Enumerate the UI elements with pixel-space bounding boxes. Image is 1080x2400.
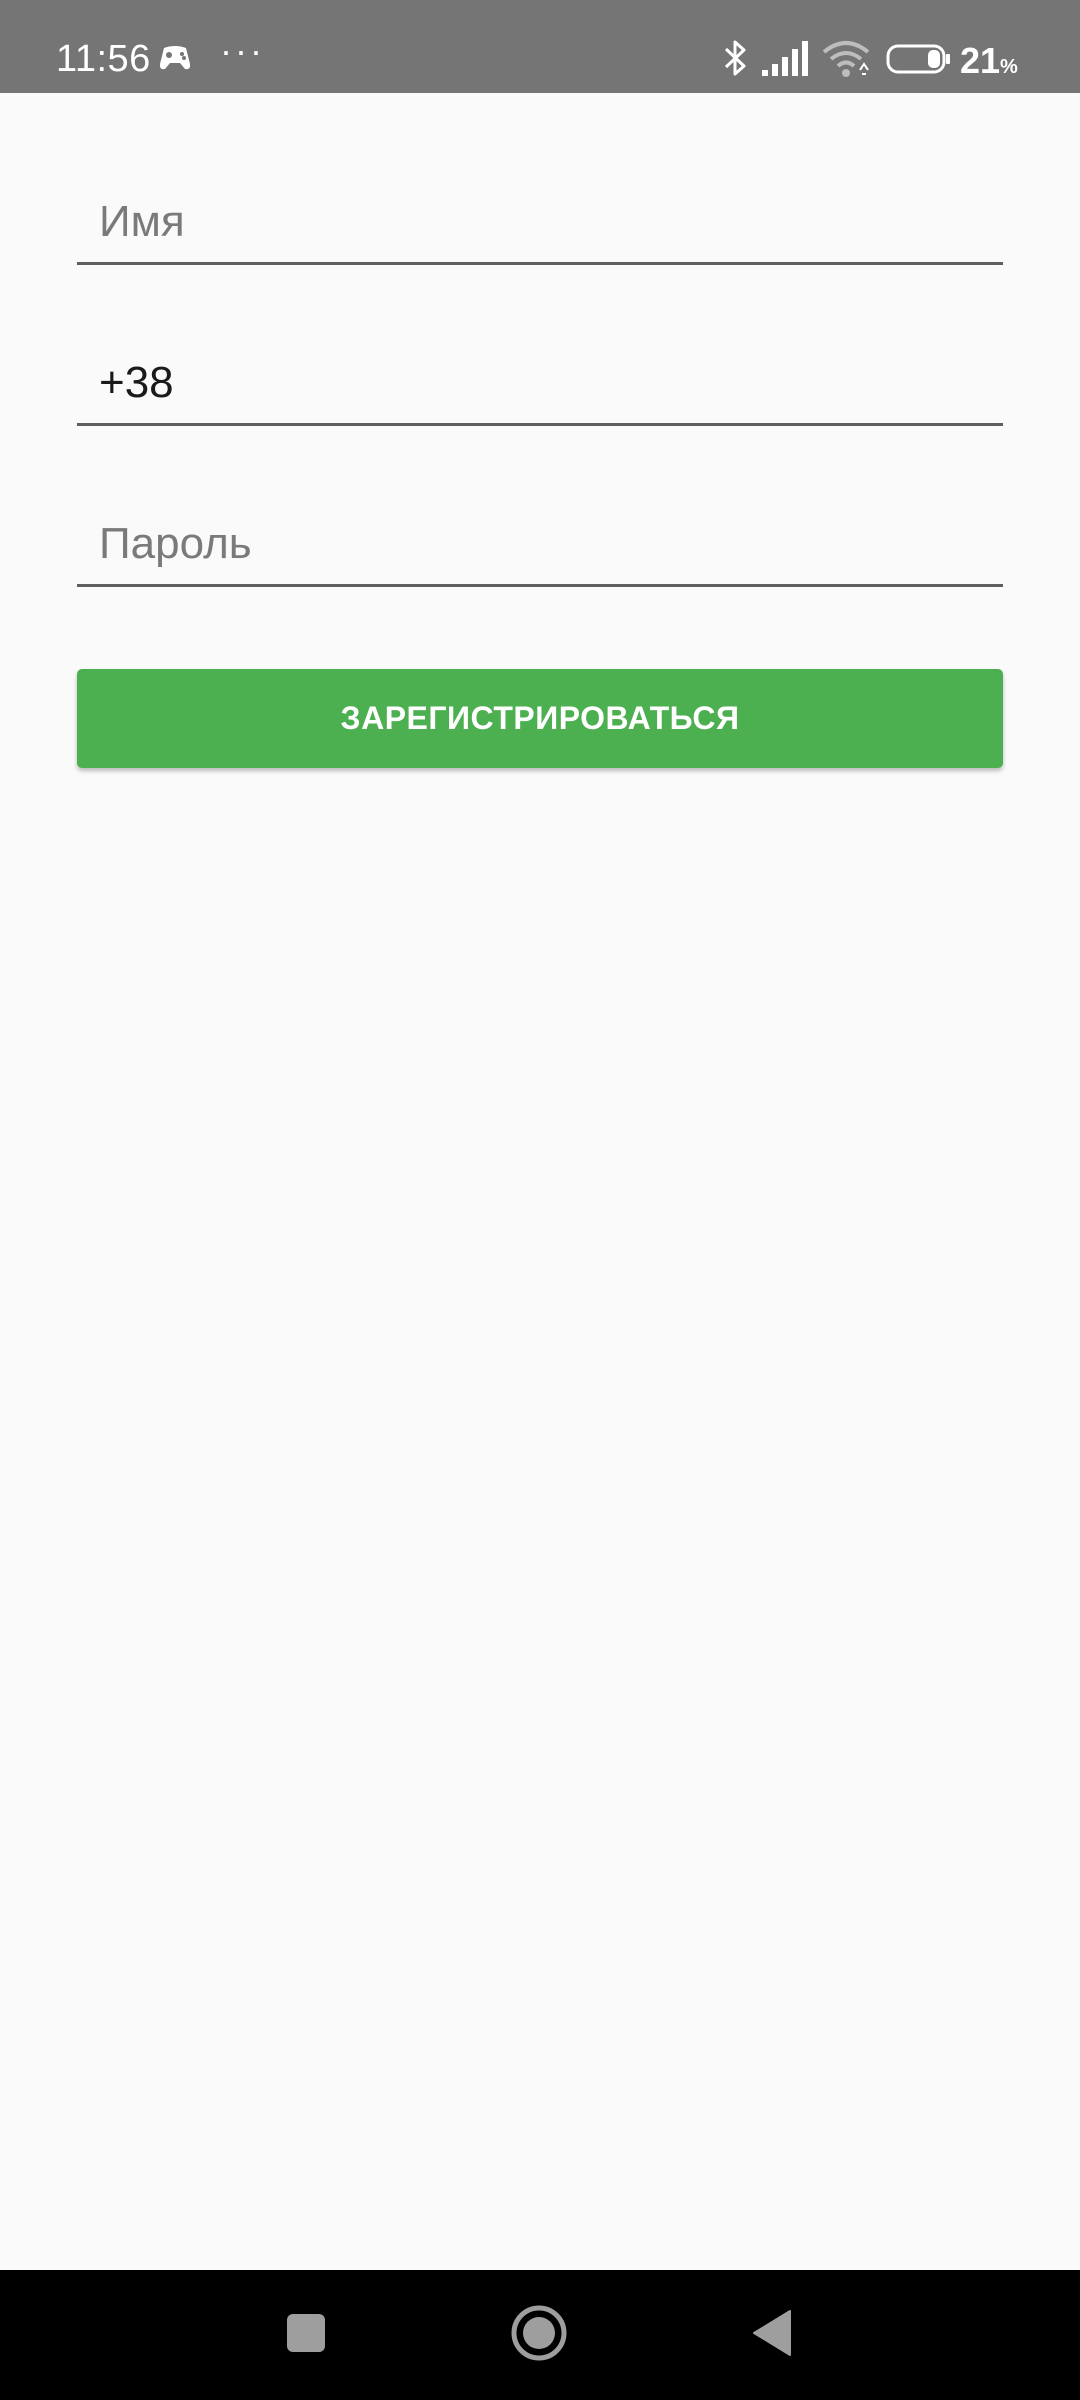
status-bar: 11:56 ··· 21% [0,0,1080,93]
battery-level: 21% [960,40,1018,82]
recents-button[interactable] [236,2270,376,2400]
back-button[interactable] [702,2270,842,2400]
navigation-bar [0,2270,1080,2400]
status-time: 11:56 [56,38,151,80]
battery-unit: % [1000,56,1018,78]
game-controller-icon [158,44,192,74]
name-input[interactable] [99,192,979,252]
registration-screen: 11:56 ··· 21% Имя +38 ЗАРЕГИСТРИРОВАТЬСЯ [0,0,1080,2400]
name-field [77,172,1003,265]
more-notifications-icon: ··· [220,30,265,71]
bluetooth-icon [722,38,750,83]
wifi-icon [822,40,872,83]
register-button[interactable]: ЗАРЕГИСТРИРОВАТЬСЯ [77,669,1003,768]
password-field [77,494,1003,587]
home-button[interactable] [469,2270,609,2400]
battery-icon [886,44,952,79]
back-icon [752,2309,792,2362]
signal-icon [762,40,812,81]
battery-level-value: 21 [960,40,1001,81]
recents-icon [286,2313,326,2358]
phone-field [77,333,1003,426]
home-icon [510,2304,568,2367]
password-input[interactable] [99,514,979,574]
phone-input[interactable] [99,353,979,413]
